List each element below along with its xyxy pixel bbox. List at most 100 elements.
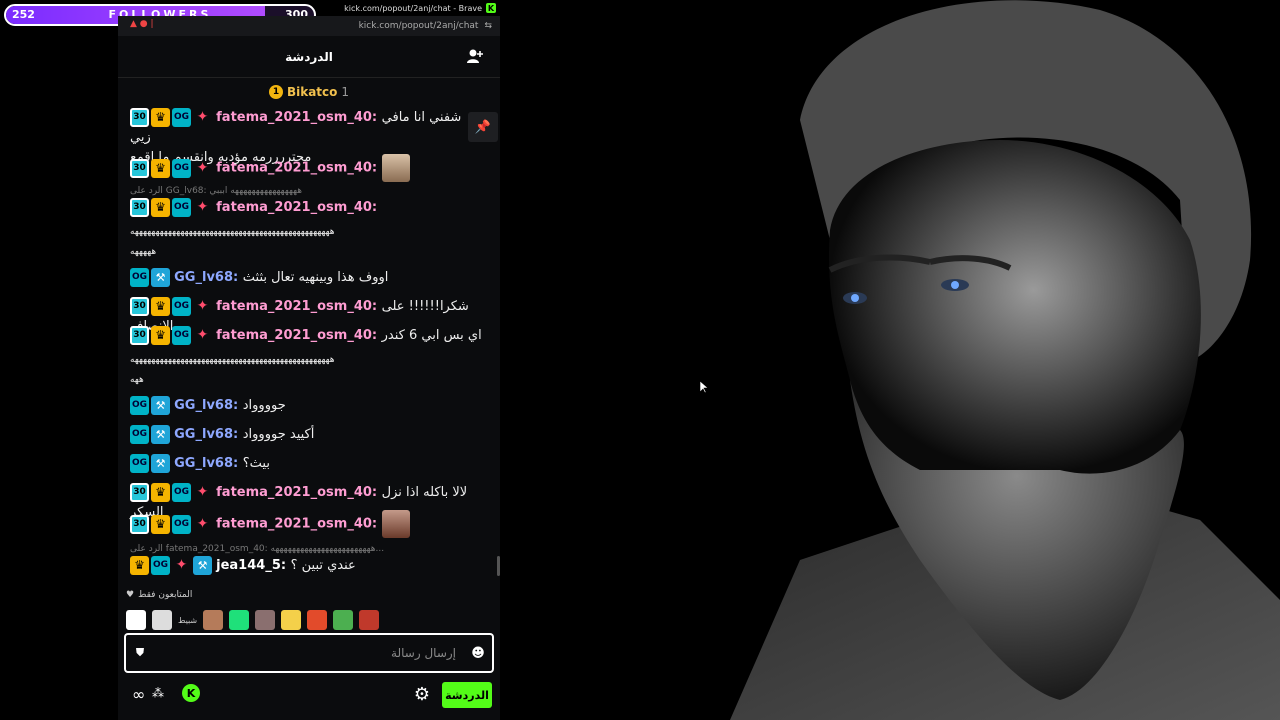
subscriber-badge: 30 [130,297,149,316]
message-text: عندي تبين ؟ [290,558,356,573]
pepe-emote-icon[interactable] [333,610,354,630]
og-badge: OG [172,198,191,217]
colon: : [371,328,382,343]
subscriber-badge: 30 [130,514,149,534]
url-text[interactable]: kick.com/popout/2anj/chat [359,21,479,31]
og-badge: OG [130,268,149,287]
kick-logo-icon[interactable]: K [182,684,200,702]
chat-message: 30 ♛ OG ✦ fatema_2021_osm_40: [130,154,482,182]
crown-icon: ♛ [151,297,170,316]
colon: : [280,558,291,573]
emote-quick-bar: شبيط [126,608,492,632]
fire-icon: ✦ [196,199,209,215]
crown-icon: ♛ [151,483,170,502]
users-icon[interactable] [466,48,484,64]
chat-username[interactable]: fatema_2021_osm_40 [216,110,372,125]
crown-icon: ♛ [151,108,170,127]
message-text: هههههههههههههههههههههههههههههههههههههههه… [130,227,335,237]
chat-scrollbar[interactable] [497,556,500,576]
crown-icon: ♛ [151,158,170,178]
subscriber-badge: 30 [130,158,149,178]
chat-username[interactable]: fatema_2021_osm_40 [216,328,372,343]
emoji-icon[interactable]: ☻ [464,646,492,661]
person-emote-icon[interactable] [359,610,380,630]
top-gifter-name[interactable]: Bikatco [287,85,337,99]
subscriber-badge: 30 [130,483,149,502]
laugh-emote-icon[interactable] [281,610,302,630]
hammer-icon: ⚒ [151,425,170,444]
emote-text[interactable]: شبيط [178,616,197,625]
window-title-text: kick.com/popout/2anj/chat - Brave [344,3,482,13]
fire-icon: ✦ [175,557,188,573]
og-badge: OG [130,425,149,444]
chat-username[interactable]: jea144_5 [216,558,281,573]
url-bar[interactable]: ▲ ● | kick.com/popout/2anj/chat ⇆ [118,16,500,36]
chat-username[interactable]: fatema_2021_osm_40 [216,517,372,532]
followers-only-label: المتابعون فقط [138,590,193,600]
og-badge: OG [151,556,170,575]
og-badge: OG [172,483,191,502]
colon: : [371,485,382,500]
colon: : [371,299,382,314]
colon: : [371,200,378,215]
og-badge: OG [172,108,191,127]
message-text: بيث؟ [242,456,270,471]
reply-reference[interactable]: الرد على fatema_2021_osm_40: ههههههههههه… [130,544,384,554]
hammer-icon: ⚒ [193,556,212,575]
chat-username[interactable]: fatema_2021_osm_40 [216,200,372,215]
chat-messages: 30 ♛ OG ✦ fatema_2021_osm_40: شفني انا م… [130,104,482,584]
rank-badge: 1 [268,85,283,99]
message-text: ههه [130,375,144,385]
shield-icon[interactable]: ⛊ [126,646,154,660]
chat-username[interactable]: GG_lv68 [174,427,233,442]
subscriber-badge: 30 [130,108,149,127]
chat-message: 30 ♛ OG ✦ fatema_2021_osm_40: [130,198,482,218]
chat-panel: الدردشة 1 Bikatco 1 📌 30 ♛ OG ✦ fatema_2… [118,36,500,720]
ghost-emote-icon[interactable] [152,610,172,630]
infinity-icon[interactable]: ∞ [132,685,145,704]
chicken-emote-icon[interactable] [126,610,146,630]
cat-emote-icon[interactable] [255,610,276,630]
car-emote-icon[interactable] [307,610,328,630]
man-emote-icon[interactable] [381,510,410,538]
chat-message-input[interactable] [154,646,464,660]
badges: 30 ♛ OG ✦ [130,198,212,217]
chat-message: OG ⚒ GG_lv68: أكييد جوووواد [130,425,482,445]
chat-input-box[interactable]: ⛊ ☻ [124,633,494,673]
badges: 30 ♛ OG ✦ [130,108,212,127]
badges: OG ⚒ [130,454,170,473]
baby-emote-icon[interactable] [381,154,410,182]
top-gifter[interactable]: 1 Bikatco 1 [118,82,500,102]
message-text: أكييد جوووواد [242,427,315,442]
chat-username[interactable]: fatema_2021_osm_40 [216,161,372,176]
fire-icon: ✦ [196,484,209,500]
fire-icon: ✦ [196,109,209,125]
chat-header: الدردشة [118,36,500,78]
badges: OG ⚒ [130,396,170,415]
og-badge: OG [172,514,191,534]
chat-username[interactable]: GG_lv68 [174,398,233,413]
share-icon[interactable]: ⁂ [152,686,164,700]
mouse-cursor-icon [700,381,708,393]
og-badge: OG [172,326,191,345]
face-emote-icon[interactable] [203,610,224,630]
fire-icon: ✦ [196,298,209,314]
reply-reference[interactable]: الرد على GG_lv68: ههههههههههههههههه اببب… [130,186,302,196]
gear-icon[interactable]: ⚙ [412,685,432,705]
reader-mode-icon[interactable]: ⇆ [484,21,492,31]
chat-username[interactable]: GG_lv68 [174,456,233,471]
equalizer-emote-icon[interactable] [229,610,250,630]
chat-username[interactable]: fatema_2021_osm_40 [216,299,372,314]
chat-username[interactable]: GG_lv68 [174,270,233,285]
chat-message: 30 ♛ OG ✦ fatema_2021_osm_40: اي بس ابي … [130,326,482,346]
chat-message: 30 ♛ OG ✦ fatema_2021_osm_40: [130,510,482,538]
chat-username[interactable]: fatema_2021_osm_40 [216,485,372,500]
badges: OG ⚒ [130,425,170,444]
badges: 30 ♛ OG ✦ [130,514,212,534]
subscriber-badge: 30 [130,198,149,217]
badges: 30 ♛ OG ✦ [130,326,212,345]
hammer-icon: ⚒ [151,268,170,287]
chat-send-button[interactable]: الدردشة [442,682,492,708]
colon: : [371,110,382,125]
crown-icon: ♛ [151,514,170,534]
